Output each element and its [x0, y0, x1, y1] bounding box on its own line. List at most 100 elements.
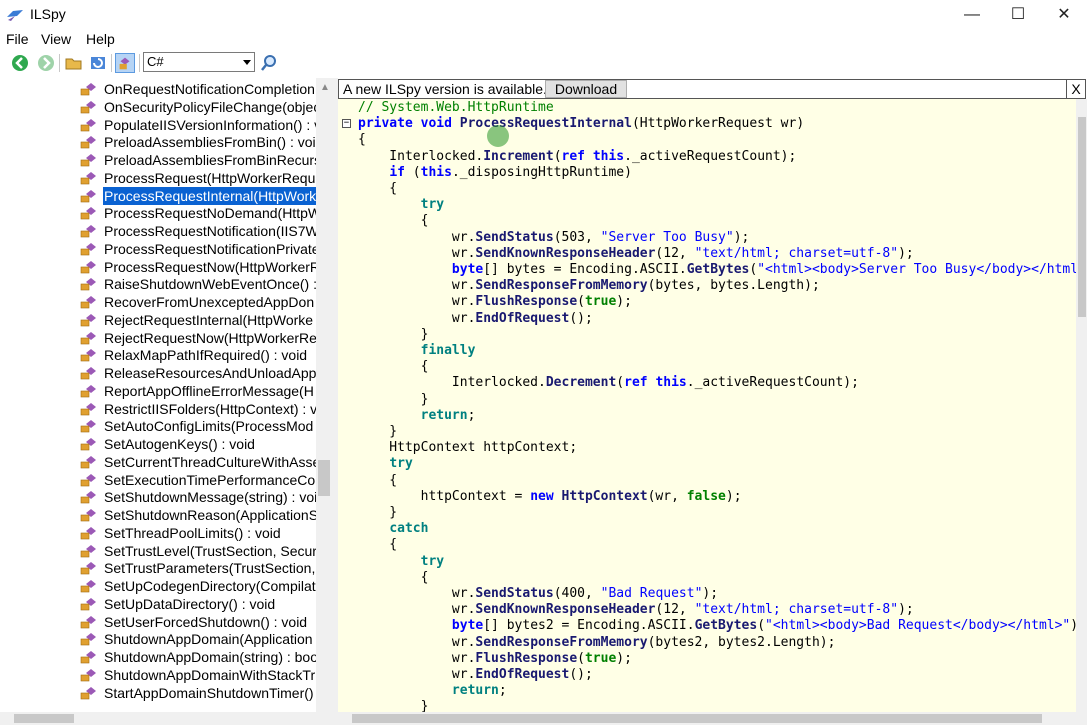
- tree-horizontal-scrollbar[interactable]: [0, 712, 332, 725]
- tree-item-label: OnSecurityPolicyFileChange(objec: [104, 98, 320, 115]
- code-vertical-scrollbar[interactable]: [1076, 99, 1087, 712]
- search-icon[interactable]: [259, 53, 279, 73]
- tree-item[interactable]: SetAutoConfigLimits(ProcessMod: [80, 417, 320, 435]
- tree-item[interactable]: SetUpCodegenDirectory(Compilat: [80, 577, 320, 595]
- tree-item[interactable]: ShutdownAppDomainWithStackTr: [80, 666, 320, 684]
- reload-icon[interactable]: [88, 53, 108, 73]
- code-token: (: [757, 618, 766, 634]
- tree-item[interactable]: SetShutdownMessage(string) : voi: [80, 488, 320, 506]
- tree-item[interactable]: ProcessRequestNotification(IIS7W: [80, 222, 320, 240]
- method-icon: [80, 154, 96, 167]
- tree-item-label: SetShutdownMessage(string) : voi: [104, 489, 318, 506]
- scroll-up-icon[interactable]: ▲: [320, 82, 330, 93]
- tree-item[interactable]: RejectRequestInternal(HttpWorke: [80, 311, 320, 329]
- code-horizontal-scrollbar[interactable]: [338, 712, 1087, 725]
- tree-item[interactable]: ProcessRequestNow(HttpWorkerR: [80, 258, 320, 276]
- tree-item[interactable]: ShutdownAppDomain(Application: [80, 630, 320, 648]
- tree-item[interactable]: ReportAppOfflineErrorMessage(H: [80, 382, 320, 400]
- forward-icon[interactable]: [36, 53, 56, 73]
- tree-item[interactable]: SetCurrentThreadCultureWithAsse: [80, 453, 320, 471]
- code-line: wr.SendKnownResponseHeader(12, "text/htm…: [358, 246, 914, 262]
- tree-item-label: SetUserForcedShutdown() : void: [104, 613, 308, 630]
- tree-item[interactable]: RecoverFromUnexceptedAppDon: [80, 293, 320, 311]
- tree-item[interactable]: ProcessRequestNotificationPrivate: [80, 240, 320, 258]
- code-token: );: [616, 650, 632, 666]
- show-internal-api-toggle[interactable]: [115, 53, 135, 73]
- tree-item[interactable]: PreloadAssembliesFromBinRecurs: [80, 151, 320, 169]
- menu-file[interactable]: File: [6, 31, 29, 47]
- tree-item[interactable]: SetUpDataDirectory() : void: [80, 595, 320, 613]
- menu-view[interactable]: View: [41, 31, 71, 47]
- tree-item[interactable]: RelaxMapPathIfRequired() : void: [80, 346, 320, 364]
- scrollbar-thumb[interactable]: [1078, 117, 1086, 317]
- scrollbar-thumb[interactable]: [318, 460, 330, 496]
- code-line: wr.SendStatus(503, "Server Too Busy");: [358, 230, 749, 246]
- code-token: [] bytes = Encoding.ASCII.: [483, 262, 687, 277]
- fold-toggle[interactable]: −: [342, 119, 351, 129]
- tree-item-label: ShutdownAppDomain(string) : boo: [104, 649, 319, 665]
- toolbar-separator: [111, 54, 112, 72]
- tree-item[interactable]: ProcessRequest(HttpWorkerRequ: [80, 169, 320, 187]
- code-token: (400,: [553, 586, 601, 601]
- code-token: [] bytes2 = Encoding.ASCII.: [483, 618, 695, 634]
- tree-item-label: RestrictIISFolders(HttpContext) : v: [104, 400, 318, 417]
- tree-vertical-scrollbar[interactable]: ▲: [316, 78, 332, 712]
- open-folder-icon[interactable]: [64, 53, 84, 73]
- tree-item[interactable]: RaiseShutdownWebEventOnce() :: [80, 275, 320, 293]
- tree-item-label: SetUpDataDirectory() : void: [104, 595, 276, 612]
- tree-item[interactable]: ProcessRequestInternal(HttpWork: [80, 186, 320, 205]
- tree-item-label: SetCurrentThreadCultureWithAsse: [104, 453, 320, 470]
- back-icon[interactable]: [10, 53, 30, 73]
- code-token: wr.: [358, 650, 476, 666]
- code-token: this: [420, 164, 452, 180]
- close-notification-button[interactable]: X: [1066, 80, 1085, 98]
- assembly-tree[interactable]: OnRequestNotificationCompletion OnSecurit…: [0, 78, 332, 712]
- tree-item[interactable]: SetThreadPoolLimits() : void: [80, 524, 320, 542]
- code-token: (wr,: [647, 488, 687, 504]
- code-token: ._activeRequestCount);: [624, 148, 797, 164]
- tree-item[interactable]: SetUserForcedShutdown() : void: [80, 613, 320, 631]
- toolbar: C#: [0, 50, 1087, 76]
- download-button[interactable]: Download: [545, 80, 627, 98]
- tree-item[interactable]: SetAutogenKeys() : void: [80, 435, 320, 453]
- tree-item[interactable]: OnSecurityPolicyFileChange(objec: [80, 98, 320, 116]
- code-token: ;: [498, 683, 507, 699]
- code-token: }: [358, 326, 429, 342]
- code-token: );: [733, 229, 750, 245]
- code-token: SendResponseFromMemory: [475, 634, 648, 650]
- tree-item[interactable]: SetTrustParameters(TrustSection,: [80, 559, 320, 577]
- maximize-button[interactable]: ☐: [995, 0, 1041, 30]
- minimize-button[interactable]: —: [949, 0, 995, 30]
- tree-item[interactable]: RestrictIISFolders(HttpContext) : v: [80, 400, 320, 418]
- tree-item[interactable]: SetTrustLevel(TrustSection, Securi: [80, 542, 320, 560]
- code-token: SendKnownResponseHeader: [475, 602, 656, 618]
- menu-help[interactable]: Help: [86, 31, 115, 47]
- tree-item[interactable]: SetExecutionTimePerformanceCou: [80, 471, 320, 489]
- tree-item[interactable]: ReleaseResourcesAndUnloadAppl: [80, 364, 320, 382]
- tree-item[interactable]: StartAppDomainShutdownTimer(): [80, 684, 320, 702]
- tree-item[interactable]: PreloadAssembliesFromBin() : void: [80, 133, 320, 151]
- tree-item[interactable]: OnRequestNotificationCompletion: [80, 80, 320, 98]
- code-line: }: [358, 699, 429, 712]
- tree-item[interactable]: RejectRequestNow(HttpWorkerRe: [80, 329, 320, 347]
- tree-item-label: SetAutogenKeys() : void: [104, 436, 255, 452]
- language-dropdown[interactable]: C#: [143, 52, 255, 72]
- code-token: EndOfRequest: [475, 310, 570, 326]
- scrollbar-thumb[interactable]: [14, 714, 74, 723]
- tree-item[interactable]: ShutdownAppDomain(string) : boo: [80, 648, 320, 666]
- close-window-button[interactable]: ✕: [1041, 0, 1087, 30]
- scrollbar-thumb[interactable]: [352, 714, 1042, 723]
- tree-item[interactable]: ProcessRequestNoDemand(HttpW: [80, 204, 320, 222]
- code-token: (: [404, 164, 421, 180]
- decompiled-code-view[interactable]: // System.Web.HttpRuntime − private void P…: [338, 99, 1076, 712]
- code-token: "Bad Request": [600, 586, 703, 601]
- code-token: byte: [358, 618, 484, 634]
- code-line: Interlocked.Decrement(ref this._activeRe…: [358, 375, 859, 391]
- tree-item-label: RelaxMapPathIfRequired() : void: [104, 347, 308, 364]
- tree-item[interactable]: SetShutdownReason(ApplicationS: [80, 506, 320, 524]
- tree-item[interactable]: PopulateIISVersionInformation() : v: [80, 116, 320, 134]
- method-icon: [80, 438, 96, 451]
